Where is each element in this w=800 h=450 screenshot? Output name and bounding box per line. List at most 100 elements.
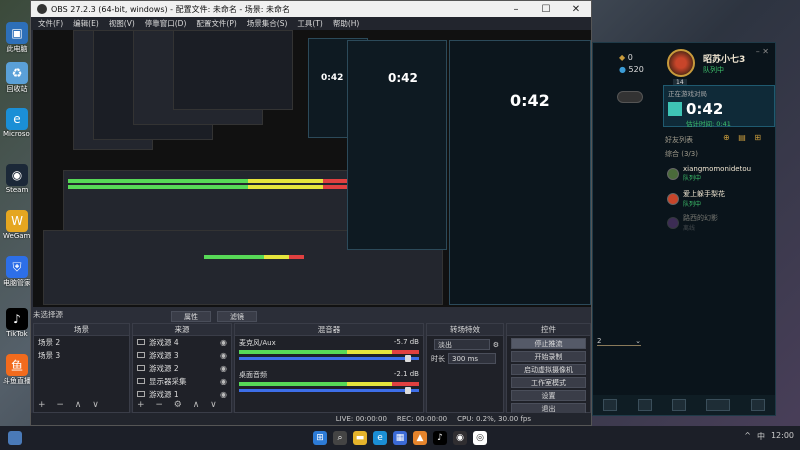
- friend-group[interactable]: 综合 (3/3): [665, 149, 698, 159]
- menu-tools[interactable]: 工具(T): [292, 18, 327, 29]
- properties-button[interactable]: 属性: [171, 311, 211, 322]
- desktop-icon-pc-manager[interactable]: ⛨ 电脑管家: [3, 256, 31, 288]
- menu-docks[interactable]: 停靠窗口(D): [140, 18, 192, 29]
- clock[interactable]: 12:00: [771, 431, 794, 442]
- transition-type-select[interactable]: 淡出 ⚙: [431, 339, 499, 350]
- help-icon[interactable]: [750, 399, 765, 411]
- mic-icon[interactable]: [671, 399, 686, 411]
- maximize-button[interactable]: ☐: [531, 4, 561, 15]
- store-icon[interactable]: ▦: [393, 431, 407, 445]
- tray-chevron-icon[interactable]: ^: [744, 431, 751, 442]
- rp-icon: ●: [619, 65, 629, 74]
- friend-item[interactable]: 路西的幻影 离线: [667, 213, 718, 232]
- close-button[interactable]: ✕: [561, 4, 591, 15]
- menu-profile[interactable]: 配置文件(P): [191, 18, 241, 29]
- settings-button[interactable]: 设置: [511, 390, 586, 401]
- volume-slider[interactable]: [239, 387, 419, 394]
- obs-titlebar[interactable]: OBS 27.2.3 (64-bit, windows) - 配置文件: 未命名…: [31, 1, 591, 17]
- toggle-switch[interactable]: [617, 91, 643, 103]
- preview-meter: [68, 185, 368, 189]
- obs-icon[interactable]: ◉: [453, 431, 467, 445]
- preview-canvas[interactable]: 0:42 0:42 0:42: [33, 30, 591, 307]
- preview-friend-list-large: 0:42: [347, 40, 447, 250]
- sources-dock: 来源 游戏源 4 ◉ 游戏源 3 ◉ 游戏源 2 ◉ 显示器采集 ◉ 游戏源 1 ◉ + …: [132, 323, 232, 413]
- studio-mode-button[interactable]: 工作室模式: [511, 377, 586, 388]
- gamepad-icon: [137, 352, 145, 358]
- avatar[interactable]: [667, 49, 695, 77]
- wegame-icon: W: [6, 210, 28, 232]
- menu-file[interactable]: 文件(F): [33, 18, 68, 29]
- game-mode-icon: [668, 102, 682, 116]
- version-label: [706, 399, 731, 411]
- start-recording-button[interactable]: 开始录制: [511, 351, 586, 362]
- scene-item[interactable]: 场景 2: [34, 336, 129, 349]
- photos-icon[interactable]: ▲: [413, 431, 427, 445]
- desktop-icon-edge[interactable]: e Microsoft Edge: [3, 108, 31, 138]
- volume-slider[interactable]: [239, 355, 419, 362]
- visibility-icon[interactable]: ◉: [220, 390, 227, 399]
- profile-card[interactable]: 昭苏小七3 队列中: [667, 49, 745, 77]
- edge-icon[interactable]: e: [373, 431, 387, 445]
- friends-list-header: 好友列表: [665, 136, 693, 144]
- source-item[interactable]: 显示器采集 ◉: [133, 375, 231, 388]
- window-controls[interactable]: – ✕: [756, 47, 769, 56]
- in-game-card: 正在游戏对局 0:42 估计时间: 0:41: [663, 85, 775, 128]
- volume-meter: [239, 350, 419, 354]
- recycle-bin-icon: ♻: [6, 62, 28, 84]
- desktop-icon-recycle-bin[interactable]: ♻ 回收站: [3, 62, 31, 94]
- scenes-header: 场景: [34, 324, 129, 336]
- start-virtual-camera-button[interactable]: 启动虚拟摄像机: [511, 364, 586, 375]
- menu-view[interactable]: 视图(V): [104, 18, 140, 29]
- minimize-button[interactable]: –: [501, 4, 531, 15]
- stop-streaming-button[interactable]: 停止推流: [511, 338, 586, 349]
- gear-icon[interactable]: ⚙: [493, 341, 499, 349]
- friend-avatar: [667, 216, 679, 229]
- friend-item[interactable]: 爱上躲手梨花 队列中: [667, 189, 725, 208]
- scene-item[interactable]: 场景 3: [34, 349, 129, 362]
- volume-slider-handle[interactable]: [405, 387, 411, 394]
- menu-scene-collection[interactable]: 场景集合(S): [242, 18, 293, 29]
- tiktok-icon: ♪: [6, 308, 28, 330]
- filters-button[interactable]: 滤镜: [217, 311, 257, 322]
- shield-icon: ⛨: [6, 256, 28, 278]
- desktop-icon-steam[interactable]: ◉ Steam: [3, 164, 31, 194]
- ime-indicator[interactable]: 中: [757, 431, 765, 442]
- desktop-icon-tiktok[interactable]: ♪ TikTok: [3, 308, 31, 338]
- visibility-icon[interactable]: ◉: [220, 377, 227, 386]
- search-icon[interactable]: ⌕: [333, 431, 347, 445]
- news-icon[interactable]: [637, 399, 652, 411]
- widgets-icon[interactable]: [8, 431, 22, 445]
- visibility-icon[interactable]: ◉: [220, 351, 227, 360]
- visibility-icon[interactable]: ◉: [220, 338, 227, 347]
- friend-actions[interactable]: ⊕ ▤ ⊞: [723, 133, 764, 142]
- gamepad-icon: [137, 391, 145, 397]
- file-explorer-icon[interactable]: ▬: [353, 431, 367, 445]
- transition-duration[interactable]: 时长 300 ms: [431, 353, 499, 364]
- mixer-channel-desktop: 桌面音频 -2.1 dB: [239, 370, 419, 394]
- menu-bar: 文件(F) 编辑(E) 视图(V) 停靠窗口(D) 配置文件(P) 场景集合(S…: [31, 17, 591, 30]
- desktop-icon-wegame[interactable]: W WeGame: [3, 210, 31, 240]
- source-item[interactable]: 游戏源 4 ◉: [133, 336, 231, 349]
- window-title: OBS 27.2.3 (64-bit, windows) - 配置文件: 未命名…: [51, 4, 291, 14]
- computer-icon: ▣: [6, 22, 28, 44]
- scene-dock-controls[interactable]: + − ∧ ∨: [38, 400, 103, 410]
- desktop-icon-this-pc[interactable]: ▣ 此电脑: [3, 22, 31, 54]
- volume-slider-handle[interactable]: [405, 355, 411, 362]
- friend-item[interactable]: xiangmomonidetou 队列中: [667, 165, 751, 182]
- source-item[interactable]: 游戏源 2 ◉: [133, 362, 231, 375]
- chevron-down-icon: ⌄: [635, 337, 641, 345]
- queue-dropdown[interactable]: 2 ⌄: [597, 337, 641, 346]
- currency-rp: ● 520: [619, 65, 644, 74]
- source-item[interactable]: 游戏源 3 ◉: [133, 349, 231, 362]
- source-dock-controls[interactable]: + − ⚙ ∧ ∨: [137, 400, 221, 410]
- menu-help[interactable]: 帮助(H): [328, 18, 365, 29]
- chat-icon[interactable]: [603, 399, 618, 411]
- lol-bottom-bar: [593, 395, 775, 415]
- scenes-dock: 场景 场景 2 场景 3 + − ∧ ∨: [33, 323, 130, 413]
- desktop-icon-douyu[interactable]: 鱼 斗鱼直播: [3, 354, 31, 386]
- tiktok-icon[interactable]: ♪: [433, 431, 447, 445]
- visibility-icon[interactable]: ◉: [220, 364, 227, 373]
- menu-edit[interactable]: 编辑(E): [68, 18, 104, 29]
- start-button[interactable]: ⊞: [313, 431, 327, 445]
- chrome-icon[interactable]: ◎: [473, 431, 487, 445]
